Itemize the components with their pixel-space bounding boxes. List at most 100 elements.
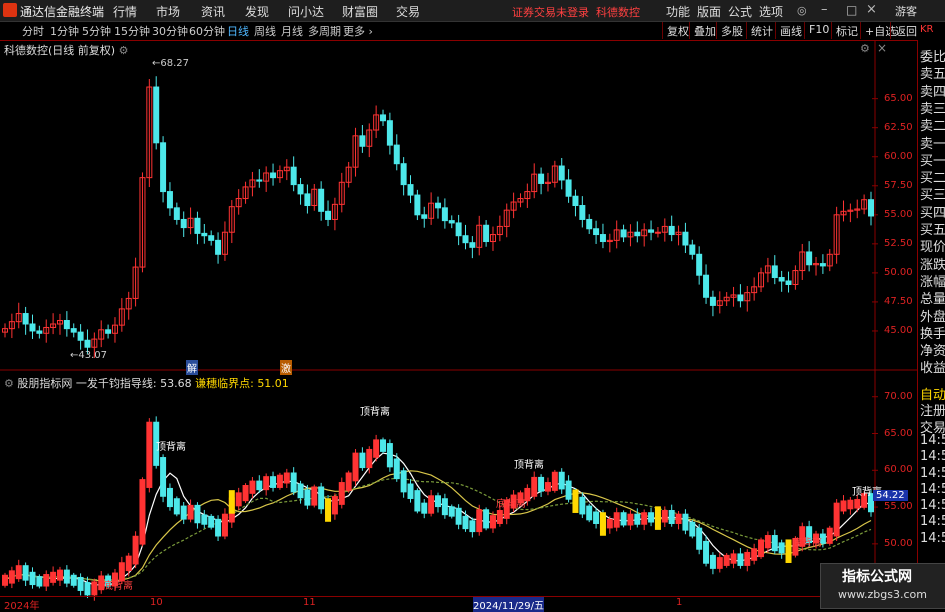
ind-candle xyxy=(737,553,744,566)
ind-candle xyxy=(194,504,201,524)
candle xyxy=(304,193,311,207)
candle xyxy=(70,328,77,333)
ind-candle xyxy=(290,472,297,493)
candle xyxy=(565,179,572,197)
bottom-divergence-2: 底背离 xyxy=(496,499,526,510)
ind-candle xyxy=(22,565,29,581)
ind-candle xyxy=(826,527,833,544)
ind-signal-bar xyxy=(572,489,579,513)
ind-signal-bar xyxy=(325,498,332,522)
quote-label-12: 涨跌 xyxy=(920,257,945,273)
candle xyxy=(180,218,187,229)
quote-label-6: 买一 xyxy=(920,153,945,169)
ind-candle xyxy=(593,511,600,524)
candle xyxy=(668,225,675,236)
ind-candle xyxy=(476,509,483,533)
ind-candle xyxy=(386,443,393,468)
candle xyxy=(160,142,167,193)
ind-candle xyxy=(8,570,15,584)
price-tick-7: 47.50 xyxy=(884,295,913,307)
ind-candle xyxy=(263,476,270,491)
ind-candle xyxy=(173,498,180,515)
ind-candle xyxy=(221,513,228,537)
quote-label2-6: 14:56 xyxy=(920,481,945,497)
ind-candle xyxy=(311,486,318,506)
candle xyxy=(572,195,579,207)
ind-candle xyxy=(448,506,455,517)
candle xyxy=(166,191,173,209)
ind-candle xyxy=(661,510,668,523)
candle xyxy=(393,144,400,165)
ind-candle xyxy=(242,485,249,502)
ind-candle xyxy=(764,535,771,549)
ind-candle xyxy=(627,513,634,526)
ind-candle xyxy=(689,521,696,537)
candle xyxy=(386,120,393,146)
candle xyxy=(648,229,655,233)
ind-candle xyxy=(36,576,43,587)
ind-candle xyxy=(455,507,462,525)
ind-candle xyxy=(215,518,222,537)
candle xyxy=(22,313,29,325)
ind-candle xyxy=(620,512,627,526)
ind-candle xyxy=(256,480,263,491)
candle xyxy=(77,331,84,341)
ind-candle xyxy=(723,554,730,566)
top-divergence-1: 顶背离 xyxy=(156,442,186,453)
quote-label-10: 买五 xyxy=(920,223,945,238)
incentive-badge[interactable]: 激 xyxy=(280,360,292,375)
ind-candle xyxy=(428,495,435,514)
ind-candle xyxy=(682,513,689,531)
candle xyxy=(806,251,813,266)
ind-candle xyxy=(531,476,538,497)
quote-label-17: 净资 xyxy=(920,344,945,360)
ind-candle xyxy=(2,574,8,586)
ind-candle xyxy=(496,510,503,524)
watermark-url: www.zbgs3.com xyxy=(838,588,927,601)
candle xyxy=(256,179,263,182)
ind-candle xyxy=(709,554,716,569)
candle xyxy=(173,207,180,220)
ind-candle xyxy=(414,490,421,512)
ind-tick-3: 55.00 xyxy=(884,501,913,513)
ind-candle xyxy=(696,527,703,550)
ind-candle xyxy=(304,489,311,506)
ind-candle xyxy=(544,482,551,492)
unlock-badge[interactable]: 解 xyxy=(186,360,198,375)
ind-candle xyxy=(407,483,414,499)
price-tick-1: 62.50 xyxy=(884,121,913,133)
candle xyxy=(579,205,586,220)
ind-signal-bar xyxy=(599,512,606,536)
price-tick-0: 65.00 xyxy=(884,92,913,104)
ind-tick-1: 65.00 xyxy=(884,427,913,439)
price-tick-4: 55.00 xyxy=(884,208,913,220)
ind-candle xyxy=(139,479,146,545)
ind-candle xyxy=(352,452,359,482)
ind-candle xyxy=(270,476,277,488)
price-tick-5: 52.50 xyxy=(884,237,913,249)
ind-candle xyxy=(235,492,242,507)
ind-candle xyxy=(703,540,710,564)
ind-candle xyxy=(366,448,373,469)
candle xyxy=(696,253,703,276)
candle xyxy=(435,202,441,209)
ind-candle xyxy=(751,548,758,561)
candle xyxy=(819,263,826,267)
ind-candle xyxy=(400,470,407,493)
quote-label-1: 卖五 xyxy=(920,67,945,83)
candle xyxy=(689,244,696,255)
ind-signal-bar xyxy=(654,506,661,530)
candle xyxy=(483,224,490,243)
quote-label-8: 买三 xyxy=(920,188,945,204)
candle xyxy=(318,188,325,212)
candle xyxy=(297,184,304,195)
ind-tick-4: 50.00 xyxy=(884,537,913,549)
top-divergence-3: 顶背离 xyxy=(514,460,544,471)
ind-candle xyxy=(160,457,167,497)
candle xyxy=(868,199,874,217)
candle xyxy=(407,184,414,196)
ind-candle xyxy=(641,512,648,525)
quote-label-11: 现价 xyxy=(920,240,945,256)
ind-signal-bar xyxy=(228,490,235,514)
candle xyxy=(201,232,208,237)
